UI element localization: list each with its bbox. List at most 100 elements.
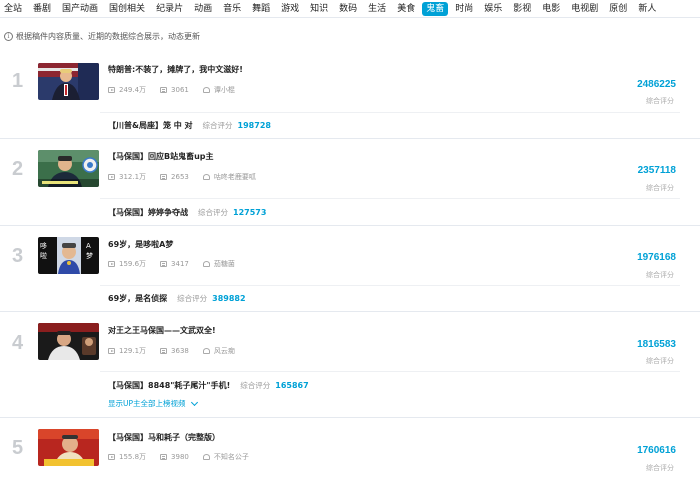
danmaku-count: 2653 bbox=[171, 173, 189, 181]
video-thumbnail[interactable] bbox=[38, 150, 99, 187]
play-count: 155.8万 bbox=[119, 453, 147, 461]
danmaku-count-icon bbox=[160, 454, 168, 460]
overall-score-label: 综合评分 bbox=[646, 357, 674, 365]
overall-score-label: 综合评分 bbox=[646, 97, 674, 105]
tab-documentary[interactable]: 纪录片 bbox=[156, 2, 183, 16]
danmaku-count: 3417 bbox=[171, 260, 189, 268]
tab-newcomer[interactable]: 新人 bbox=[638, 2, 656, 16]
tab-movie[interactable]: 电影 bbox=[542, 2, 560, 16]
tab-film-tv[interactable]: 影视 bbox=[513, 2, 531, 16]
rank-number: 5 bbox=[12, 437, 24, 459]
play-count: 159.6万 bbox=[119, 260, 147, 268]
row-divider bbox=[0, 138, 700, 139]
related-video: 69岁，是名侦探 综合评分 389882 bbox=[108, 293, 246, 304]
tab-knowledge[interactable]: 知识 bbox=[310, 2, 328, 16]
chevron-down-icon bbox=[190, 398, 198, 406]
danmaku-count-icon bbox=[160, 87, 168, 93]
overall-score: 2357118 bbox=[637, 165, 676, 176]
tab-music[interactable]: 音乐 bbox=[223, 2, 241, 16]
rank-number: 3 bbox=[12, 245, 24, 267]
danmaku-count-icon bbox=[160, 174, 168, 180]
video-meta: 312.1万 2653 咕咚老鹿要呱 bbox=[108, 172, 270, 182]
show-all-up-videos-link[interactable]: 显示UP主全部上榜视频 bbox=[108, 398, 198, 409]
tab-game[interactable]: 游戏 bbox=[281, 2, 299, 16]
sub-divider bbox=[100, 285, 680, 286]
tab-life[interactable]: 生活 bbox=[368, 2, 386, 16]
tab-dance[interactable]: 舞蹈 bbox=[252, 2, 270, 16]
related-video: 【马保国】婷婷争夺战 综合评分 127573 bbox=[108, 207, 266, 218]
tab-fashion[interactable]: 时尚 bbox=[455, 2, 473, 16]
rank-number: 4 bbox=[12, 332, 24, 354]
up-user-icon bbox=[202, 174, 210, 180]
row-divider bbox=[0, 225, 700, 226]
tab-entertainment[interactable]: 娱乐 bbox=[484, 2, 502, 16]
tab-kichiku[interactable]: 鬼畜 bbox=[422, 1, 449, 16]
video-meta: 249.4万 3061 谭小棍 bbox=[108, 85, 249, 95]
video-title[interactable]: 对王之王马保国——文武双全! bbox=[108, 325, 216, 336]
danmaku-count: 3638 bbox=[171, 347, 189, 355]
video-thumbnail[interactable] bbox=[38, 323, 99, 360]
sub-divider bbox=[100, 112, 680, 113]
video-thumbnail[interactable]: 哆啦 A梦 bbox=[38, 237, 99, 274]
danmaku-count-icon bbox=[160, 348, 168, 354]
tab-food[interactable]: 美食 bbox=[397, 2, 415, 16]
tab-guochuang-anime[interactable]: 国产动画 bbox=[62, 2, 98, 16]
play-count-icon bbox=[108, 261, 115, 267]
related-score-label: 综合评分 bbox=[240, 381, 271, 390]
tab-animation[interactable]: 动画 bbox=[194, 2, 212, 16]
row-divider bbox=[0, 417, 700, 418]
play-count-icon bbox=[108, 87, 115, 93]
play-count: 312.1万 bbox=[119, 173, 147, 181]
tab-all[interactable]: 全站 bbox=[4, 2, 22, 16]
related-video-title[interactable]: 【马保国】婷婷争夺战 bbox=[108, 207, 188, 218]
video-thumbnail[interactable] bbox=[38, 63, 99, 100]
related-video: 【川普&局座】笼 中 对 综合评分 198728 bbox=[108, 120, 271, 131]
overall-score-label: 综合评分 bbox=[646, 464, 674, 472]
tab-digital[interactable]: 数码 bbox=[339, 2, 357, 16]
video-title[interactable]: 69岁，是哆啦A梦 bbox=[108, 239, 173, 250]
danmaku-count: 3980 bbox=[171, 453, 189, 461]
up-name[interactable]: 谭小棍 bbox=[214, 85, 235, 95]
video-title[interactable]: 【马保国】马和耗子（完整版） bbox=[108, 432, 220, 443]
rank-number: 2 bbox=[12, 158, 24, 180]
sub-divider bbox=[100, 198, 680, 199]
up-name[interactable]: 不知名公子 bbox=[214, 452, 249, 462]
up-user-icon bbox=[202, 87, 210, 93]
related-video-title[interactable]: 【马保国】8848"耗子尾汁"手机! bbox=[108, 380, 230, 391]
play-count-icon bbox=[108, 454, 115, 460]
related-score: 198728 bbox=[237, 121, 271, 130]
tab-original[interactable]: 原创 bbox=[609, 2, 627, 16]
overall-score: 2486225 bbox=[637, 79, 676, 90]
overall-score-label: 综合评分 bbox=[646, 184, 674, 192]
tab-guochuang-related[interactable]: 国创相关 bbox=[109, 2, 145, 16]
play-count: 249.4万 bbox=[119, 86, 147, 94]
play-count: 129.1万 bbox=[119, 347, 147, 355]
up-user-icon bbox=[202, 348, 210, 354]
related-score: 165867 bbox=[275, 381, 309, 390]
play-count-icon bbox=[108, 348, 115, 354]
video-thumbnail[interactable] bbox=[38, 429, 99, 466]
related-video-title[interactable]: 69岁，是名侦探 bbox=[108, 293, 167, 304]
related-video-title[interactable]: 【川普&局座】笼 中 对 bbox=[108, 120, 193, 131]
play-count-icon bbox=[108, 174, 115, 180]
video-title[interactable]: 【马保国】回应B站鬼畜up主 bbox=[108, 151, 214, 162]
tab-tv-series[interactable]: 电视剧 bbox=[571, 2, 598, 16]
up-name[interactable]: 咕咚老鹿要呱 bbox=[214, 172, 256, 182]
related-score-label: 综合评分 bbox=[177, 294, 208, 303]
video-meta: 155.8万 3980 不知名公子 bbox=[108, 452, 263, 462]
up-user-icon bbox=[202, 261, 210, 267]
sub-divider bbox=[100, 371, 680, 372]
show-all-label: 显示UP主全部上榜视频 bbox=[108, 399, 186, 408]
danmaku-count-icon bbox=[160, 261, 168, 267]
tab-bangumi[interactable]: 番剧 bbox=[33, 2, 51, 16]
video-title[interactable]: 特朗普:不装了，摊牌了，我中文滋好! bbox=[108, 64, 243, 75]
video-meta: 129.1万 3638 风云痴 bbox=[108, 346, 249, 356]
related-video: 【马保国】8848"耗子尾汁"手机! 综合评分 165867 bbox=[108, 380, 309, 391]
up-user-icon bbox=[202, 454, 210, 460]
up-name[interactable]: 茄糖菌 bbox=[214, 259, 235, 269]
up-name[interactable]: 风云痴 bbox=[214, 346, 235, 356]
related-score-label: 综合评分 bbox=[202, 121, 233, 130]
overall-score: 1976168 bbox=[637, 252, 676, 263]
overall-score-label: 综合评分 bbox=[646, 271, 674, 279]
video-meta: 159.6万 3417 茄糖菌 bbox=[108, 259, 249, 269]
